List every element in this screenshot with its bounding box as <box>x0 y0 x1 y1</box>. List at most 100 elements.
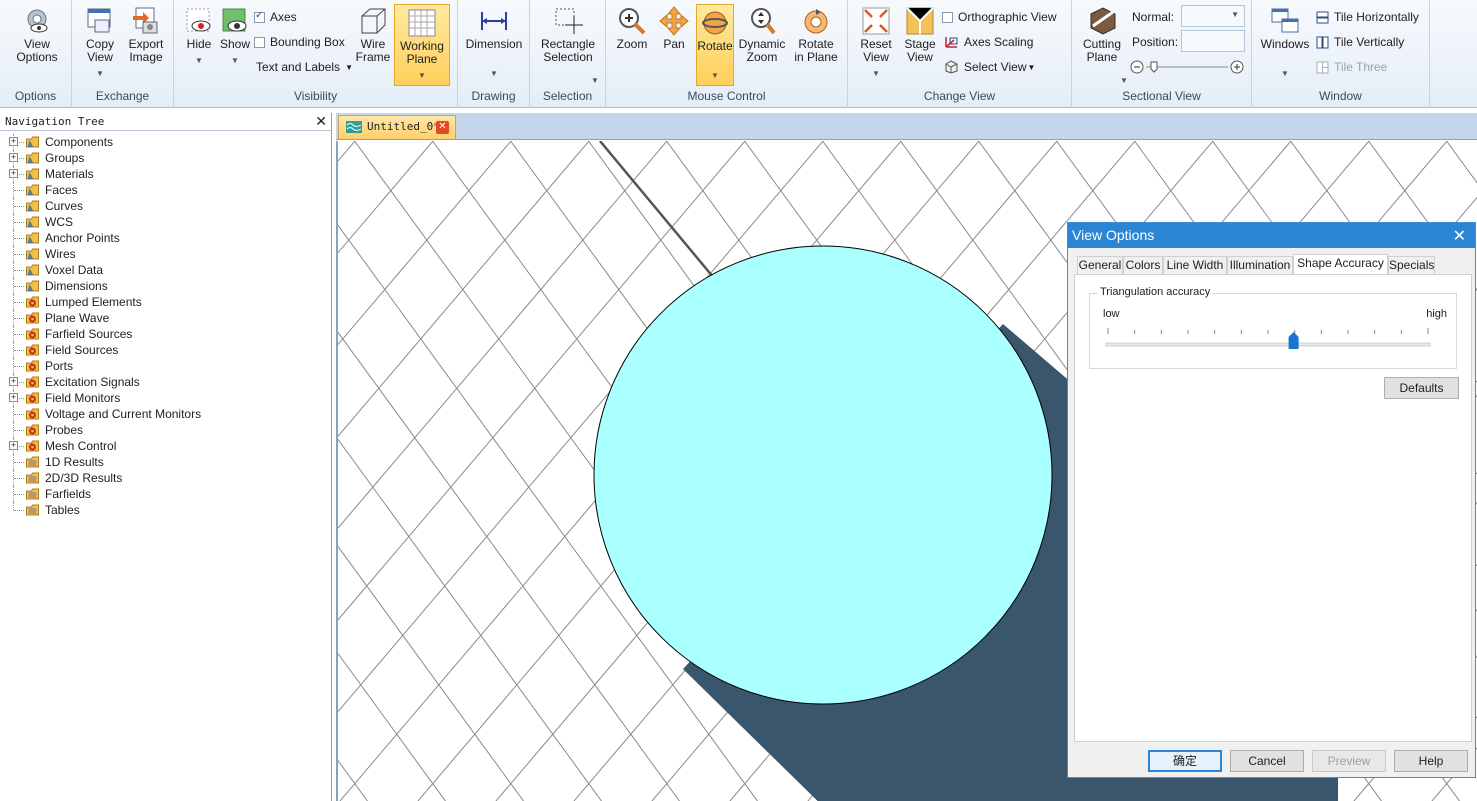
working-plane-label-2: Plane <box>406 52 438 66</box>
tree-connector-line <box>14 414 24 415</box>
chevron-down-icon: ▼ <box>345 62 353 72</box>
chevron-down-icon: ▼ <box>872 69 880 78</box>
preview-button[interactable]: Preview <box>1312 750 1386 772</box>
cutting-plane-button[interactable]: Cutting Plane <box>1080 6 1124 64</box>
ok-button[interactable]: 确定 <box>1148 750 1222 772</box>
tab-shape-accuracy[interactable]: Shape Accuracy <box>1293 254 1388 275</box>
document-tab[interactable]: Untitled_0* ✕ <box>338 115 456 139</box>
tree-item-curves[interactable]: Curves <box>0 198 331 214</box>
dimension-button[interactable]: Dimension ▼ <box>464 6 524 80</box>
expand-icon[interactable]: + <box>9 377 18 386</box>
normal-dropdown[interactable]: ▼ <box>1181 5 1245 27</box>
tab-general[interactable]: General <box>1077 256 1123 275</box>
tree-item-mesh-control[interactable]: + Mesh Control <box>0 438 331 454</box>
tab-specials[interactable]: Specials <box>1388 256 1435 275</box>
tree-item-plane-wave[interactable]: Plane Wave <box>0 310 331 326</box>
zoom-button[interactable]: Zoom <box>614 6 650 51</box>
wire-frame-label-2: Frame <box>355 50 391 64</box>
dimension-icon <box>481 12 507 30</box>
tile-horizontally-button[interactable]: Tile Horizontally <box>1316 10 1419 24</box>
close-icon[interactable]: ✕ <box>1453 223 1466 248</box>
close-tab-icon[interactable]: ✕ <box>436 121 449 134</box>
cutting-plane-label-1: Cutting <box>1082 37 1122 51</box>
help-button[interactable]: Help <box>1394 750 1468 772</box>
view-options-button[interactable]: View Options <box>8 6 66 64</box>
tab-colors[interactable]: Colors <box>1123 256 1163 275</box>
document-tab-title: Untitled_0* <box>367 120 440 133</box>
reset-view-button[interactable]: Reset View ▼ <box>856 6 896 80</box>
tile-three-button[interactable]: Tile Three <box>1316 60 1387 74</box>
position-slider[interactable] <box>1130 59 1244 75</box>
select-view-dropdown[interactable]: Select View ▼ <box>944 60 1035 74</box>
expand-icon[interactable]: + <box>9 393 18 402</box>
gear-folder-icon <box>26 344 39 356</box>
grid-line <box>338 759 369 801</box>
dynamic-zoom-button[interactable]: Dynamic Zoom <box>738 6 786 64</box>
copy-view-button[interactable]: Copy View ▼ <box>80 6 120 80</box>
group-caption-mouse-control: Mouse Control <box>687 89 766 103</box>
tile-vertically-button[interactable]: Tile Vertically <box>1316 35 1404 49</box>
tree-item-wires[interactable]: Wires <box>0 246 331 262</box>
tree-item-voltage-and-current-monitors[interactable]: Voltage and Current Monitors <box>0 406 331 422</box>
expand-icon[interactable]: + <box>9 169 18 178</box>
tree-item-ports[interactable]: Ports <box>0 358 331 374</box>
expand-icon[interactable]: + <box>9 441 18 450</box>
axes-scaling-button[interactable]: Axes Scaling <box>944 35 1033 49</box>
close-icon[interactable]: ✕ <box>315 113 327 131</box>
tree-item-field-monitors[interactable]: + Field Monitors <box>0 390 331 406</box>
tree-item-faces[interactable]: Faces <box>0 182 331 198</box>
tree-item-farfields[interactable]: Farfields <box>0 486 331 502</box>
tree-item-2d-3d-results[interactable]: 2D/3D Results <box>0 470 331 486</box>
orthographic-view-checkbox[interactable]: Orthographic View <box>942 10 1057 24</box>
accuracy-slider[interactable] <box>1104 328 1434 354</box>
tree-item-materials[interactable]: + Materials <box>0 166 331 182</box>
tree-item-1d-results[interactable]: 1D Results <box>0 454 331 470</box>
gear-folder-icon <box>26 360 39 372</box>
text-and-labels-dropdown[interactable]: Text and Labels ▼ <box>256 60 353 74</box>
tree-item-anchor-points[interactable]: Anchor Points <box>0 230 331 246</box>
expand-icon[interactable]: + <box>9 153 18 162</box>
checkbox-unchecked[interactable] <box>254 36 265 48</box>
cube-icon <box>945 60 958 74</box>
expand-icon[interactable]: + <box>9 137 18 146</box>
tab-line-width[interactable]: Line Width <box>1163 256 1227 275</box>
tree-item-probes[interactable]: Probes <box>0 422 331 438</box>
group-window: Windows ▼ Tile Horizontally Tile Vertica… <box>1252 0 1430 108</box>
tree-item-groups[interactable]: + Groups <box>0 150 331 166</box>
stack-folder-icon <box>26 488 39 500</box>
tree-item-components[interactable]: + Components <box>0 134 331 150</box>
rotate-in-plane-button[interactable]: Rotate in Plane <box>790 6 842 64</box>
tree-item-farfield-sources[interactable]: Farfield Sources <box>0 326 331 342</box>
tree-item-dimensions[interactable]: Dimensions <box>0 278 331 294</box>
position-field[interactable] <box>1181 30 1245 52</box>
rectangle-selection-button[interactable]: Rectangle Selection <box>536 6 600 64</box>
stage-view-button[interactable]: Stage View <box>900 6 940 64</box>
tree-item-field-sources[interactable]: Field Sources <box>0 342 331 358</box>
cancel-button[interactable]: Cancel <box>1230 750 1304 772</box>
working-plane-button[interactable]: Working Plane ▼ <box>394 4 450 86</box>
text-and-labels-label: Text and Labels <box>256 60 341 74</box>
tree-item-voxel-data[interactable]: Voxel Data <box>0 262 331 278</box>
checkbox-unchecked[interactable] <box>942 11 953 23</box>
wire-frame-button[interactable]: Wire Frame <box>354 6 392 64</box>
tree-item-label: Anchor Points <box>45 231 120 245</box>
tab-illumination[interactable]: Illumination <box>1227 256 1293 275</box>
tree-item-lumped-elements[interactable]: Lumped Elements <box>0 294 331 310</box>
export-image-button[interactable]: Export Image <box>124 6 168 64</box>
tree-item-wcs[interactable]: WCS <box>0 214 331 230</box>
show-button[interactable]: Show ▼ <box>218 6 252 67</box>
defaults-button[interactable]: Defaults <box>1384 377 1459 399</box>
tree-item-tables[interactable]: Tables <box>0 502 331 518</box>
axes-checkbox[interactable]: Axes <box>254 10 297 24</box>
bounding-box-checkbox[interactable]: Bounding Box <box>254 35 345 49</box>
windows-button[interactable]: Windows ▼ <box>1260 6 1310 80</box>
chevron-down-icon: ▼ <box>418 71 426 80</box>
pan-button[interactable]: Pan <box>656 6 692 51</box>
hide-button[interactable]: Hide ▼ <box>182 6 216 67</box>
tree-connector-line <box>14 494 24 495</box>
rotate-button[interactable]: Rotate ▼ <box>696 4 734 86</box>
slider-track <box>1130 60 1244 74</box>
checkbox-checked[interactable] <box>254 10 265 23</box>
axes-label: Axes <box>270 10 297 24</box>
tree-item-excitation-signals[interactable]: + Excitation Signals <box>0 374 331 390</box>
